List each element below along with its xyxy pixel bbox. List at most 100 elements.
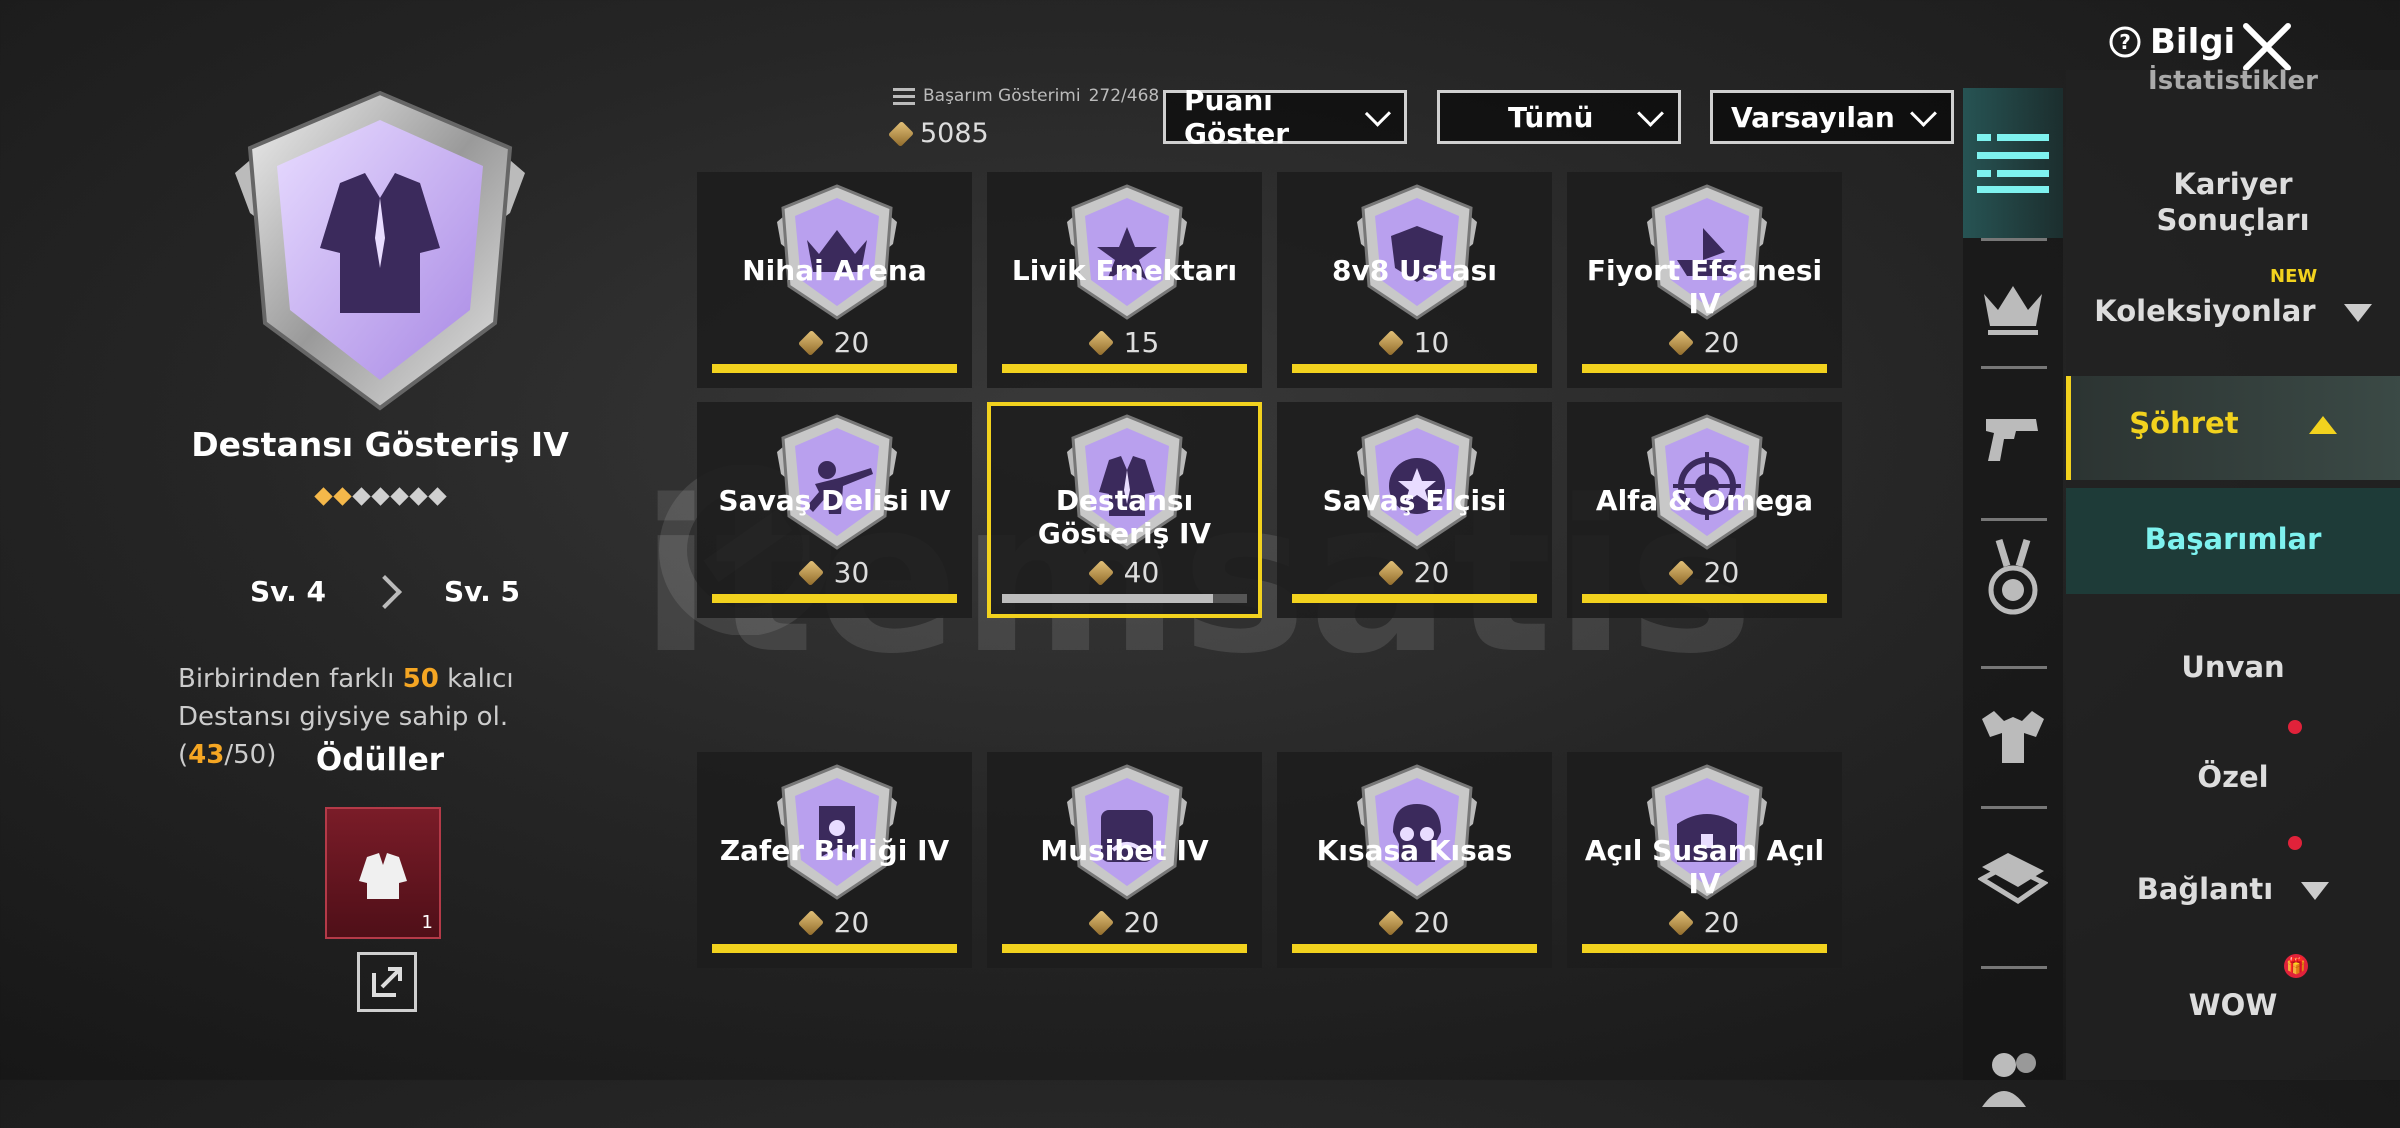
- crown-icon: [1984, 286, 2042, 335]
- menu-item-special[interactable]: Özel: [2066, 760, 2400, 794]
- stat-label: Başarım Gösterimi: [923, 86, 1081, 106]
- points-value: 20: [1413, 556, 1450, 589]
- achievement-card[interactable]: Livik Emektarı 15: [987, 172, 1262, 388]
- points-value: 20: [1703, 326, 1740, 359]
- achievement-badge: [1647, 414, 1767, 550]
- achievement-badge: [1067, 184, 1187, 320]
- achievement-card[interactable]: Alfa & Omega 20: [1567, 402, 1842, 618]
- achievement-card[interactable]: Fiyort Efsanesi IV 20: [1567, 172, 1842, 388]
- menu-item-career[interactable]: Kariyer Sonuçları: [2066, 166, 2400, 238]
- pistol-icon: [1986, 419, 2038, 461]
- medal-icon: [1988, 538, 2038, 615]
- muscle-icon: [1982, 711, 2044, 763]
- chevron-right-icon: [368, 574, 402, 609]
- total-points: 5085: [887, 118, 989, 149]
- coin-icon: [1377, 909, 1404, 936]
- selected-achievement-badge: [235, 90, 525, 411]
- map-icon: [1978, 853, 2048, 904]
- points-value: 10: [1413, 326, 1450, 359]
- achievement-card[interactable]: Kısasa Kısas 20: [1277, 752, 1552, 968]
- nav-tab-strength[interactable]: [1963, 688, 2063, 788]
- notification-dot: [2288, 720, 2302, 734]
- level-from: Sv. 4: [250, 575, 327, 608]
- nav-tab-medal[interactable]: [1963, 528, 2063, 628]
- achievement-card[interactable]: Savaş Delisi IV 30: [697, 402, 972, 618]
- progress-fill: [1292, 594, 1537, 603]
- achievement-points: 10: [1277, 326, 1552, 359]
- nav-tab-list[interactable]: [1963, 88, 2063, 238]
- triangle-up-icon: [2308, 416, 2337, 434]
- reward-item[interactable]: 1: [325, 807, 441, 939]
- points-value: 20: [1123, 906, 1160, 939]
- points-value: 20: [1703, 556, 1740, 589]
- achievement-points: 20: [697, 906, 972, 939]
- progress-fill: [1582, 944, 1827, 953]
- friends-icon: [1982, 1053, 2036, 1107]
- progress-bar: [1002, 364, 1247, 373]
- achievement-card[interactable]: Destansı Gösteriş IV 40: [987, 402, 1262, 618]
- star-empty-icon: [427, 487, 447, 506]
- coin-icon: [1087, 559, 1114, 586]
- menu-item-title[interactable]: Unvan: [2066, 650, 2400, 684]
- achievement-card[interactable]: 8v8 Ustası 10: [1277, 172, 1552, 388]
- category-dropdown[interactable]: Tümü: [1437, 90, 1681, 144]
- achievement-points: 20: [1567, 326, 1842, 359]
- menu-item-stats[interactable]: İstatistikler: [2066, 66, 2400, 96]
- achievement-stats: Başarım Gösterimi 272/468: [893, 86, 1159, 106]
- menu-item-wow[interactable]: WOW: [2066, 988, 2400, 1022]
- chevron-down-icon: [1637, 99, 1664, 127]
- achievement-card[interactable]: Musibet IV 20: [987, 752, 1262, 968]
- progress-fill: [1002, 594, 1213, 603]
- menu-item-achievements[interactable]: Başarımlar: [2066, 522, 2400, 556]
- progress-fill: [712, 364, 957, 373]
- menu-item-connection[interactable]: Bağlantı: [2066, 872, 2400, 906]
- coin-icon: [1667, 909, 1694, 936]
- achievement-card[interactable]: Zafer Birliği IV 20: [697, 752, 972, 968]
- progress-bar: [712, 594, 957, 603]
- share-button[interactable]: [357, 952, 417, 1012]
- triangle-down-icon: [2343, 304, 2372, 322]
- achievement-badge: [777, 414, 897, 550]
- menu-label: Kariyer: [2173, 167, 2293, 201]
- coin-icon: [1087, 909, 1114, 936]
- progress-bar: [1582, 944, 1827, 953]
- coin-icon: [887, 120, 915, 147]
- menu-item-collections[interactable]: Koleksiyonlar: [2066, 294, 2400, 328]
- achievement-card[interactable]: Nihai Arena 20: [697, 172, 972, 388]
- side-menu: İstatistikler Kariyer Sonuçları Koleksiy…: [2066, 66, 2400, 1080]
- nav-tab-weapon[interactable]: [1963, 388, 2063, 488]
- star-empty-icon: [351, 487, 371, 506]
- star-filled-icon: [332, 487, 352, 506]
- coin-icon: [1377, 329, 1404, 356]
- menu-label: Şöhret: [2129, 406, 2239, 440]
- achievement-name: Fiyort Efsanesi IV: [1586, 254, 1823, 320]
- points-value: 40: [1123, 556, 1160, 589]
- show-points-dropdown[interactable]: Puanı Göster: [1163, 84, 1407, 150]
- progress-bar: [1002, 594, 1247, 603]
- achievement-badge: [1067, 764, 1187, 900]
- nav-tab-friends[interactable]: [1963, 1028, 2063, 1128]
- reward-count: 1: [421, 912, 433, 933]
- achievement-points: 20: [1567, 906, 1842, 939]
- points-value: 5085: [920, 118, 989, 149]
- achievement-badge: [777, 764, 897, 900]
- achievement-card[interactable]: Savaş Elçisi 20: [1277, 402, 1552, 618]
- menu-item-fame[interactable]: Şöhret: [2066, 406, 2400, 440]
- desc-current-count: 43: [188, 740, 225, 770]
- progress-bar: [712, 944, 957, 953]
- achievement-points: 40: [987, 556, 1262, 589]
- info-button[interactable]: ? Bilgi: [2108, 22, 2235, 62]
- nav-tab-map[interactable]: [1963, 828, 2063, 928]
- dropdown-label: Puanı Göster: [1184, 84, 1290, 150]
- share-icon: [372, 967, 402, 997]
- achievement-card[interactable]: Açıl Susam Açıl IV 20: [1567, 752, 1842, 968]
- triangle-down-icon: [2301, 882, 2330, 900]
- achievement-grid: Nihai Arena 20 Livik Emektarı 15 8v8 Ustası 1…: [697, 172, 1847, 1038]
- star-empty-icon: [389, 487, 409, 506]
- sort-dropdown[interactable]: Varsayılan: [1710, 90, 1954, 144]
- notification-dot: [2288, 836, 2302, 850]
- achievement-badge: [1357, 764, 1477, 900]
- achievement-name: Savaş Elçisi: [1322, 484, 1507, 517]
- nav-tab-crown[interactable]: [1963, 258, 2063, 358]
- achievement-name: Alfa & Omega: [1595, 484, 1814, 517]
